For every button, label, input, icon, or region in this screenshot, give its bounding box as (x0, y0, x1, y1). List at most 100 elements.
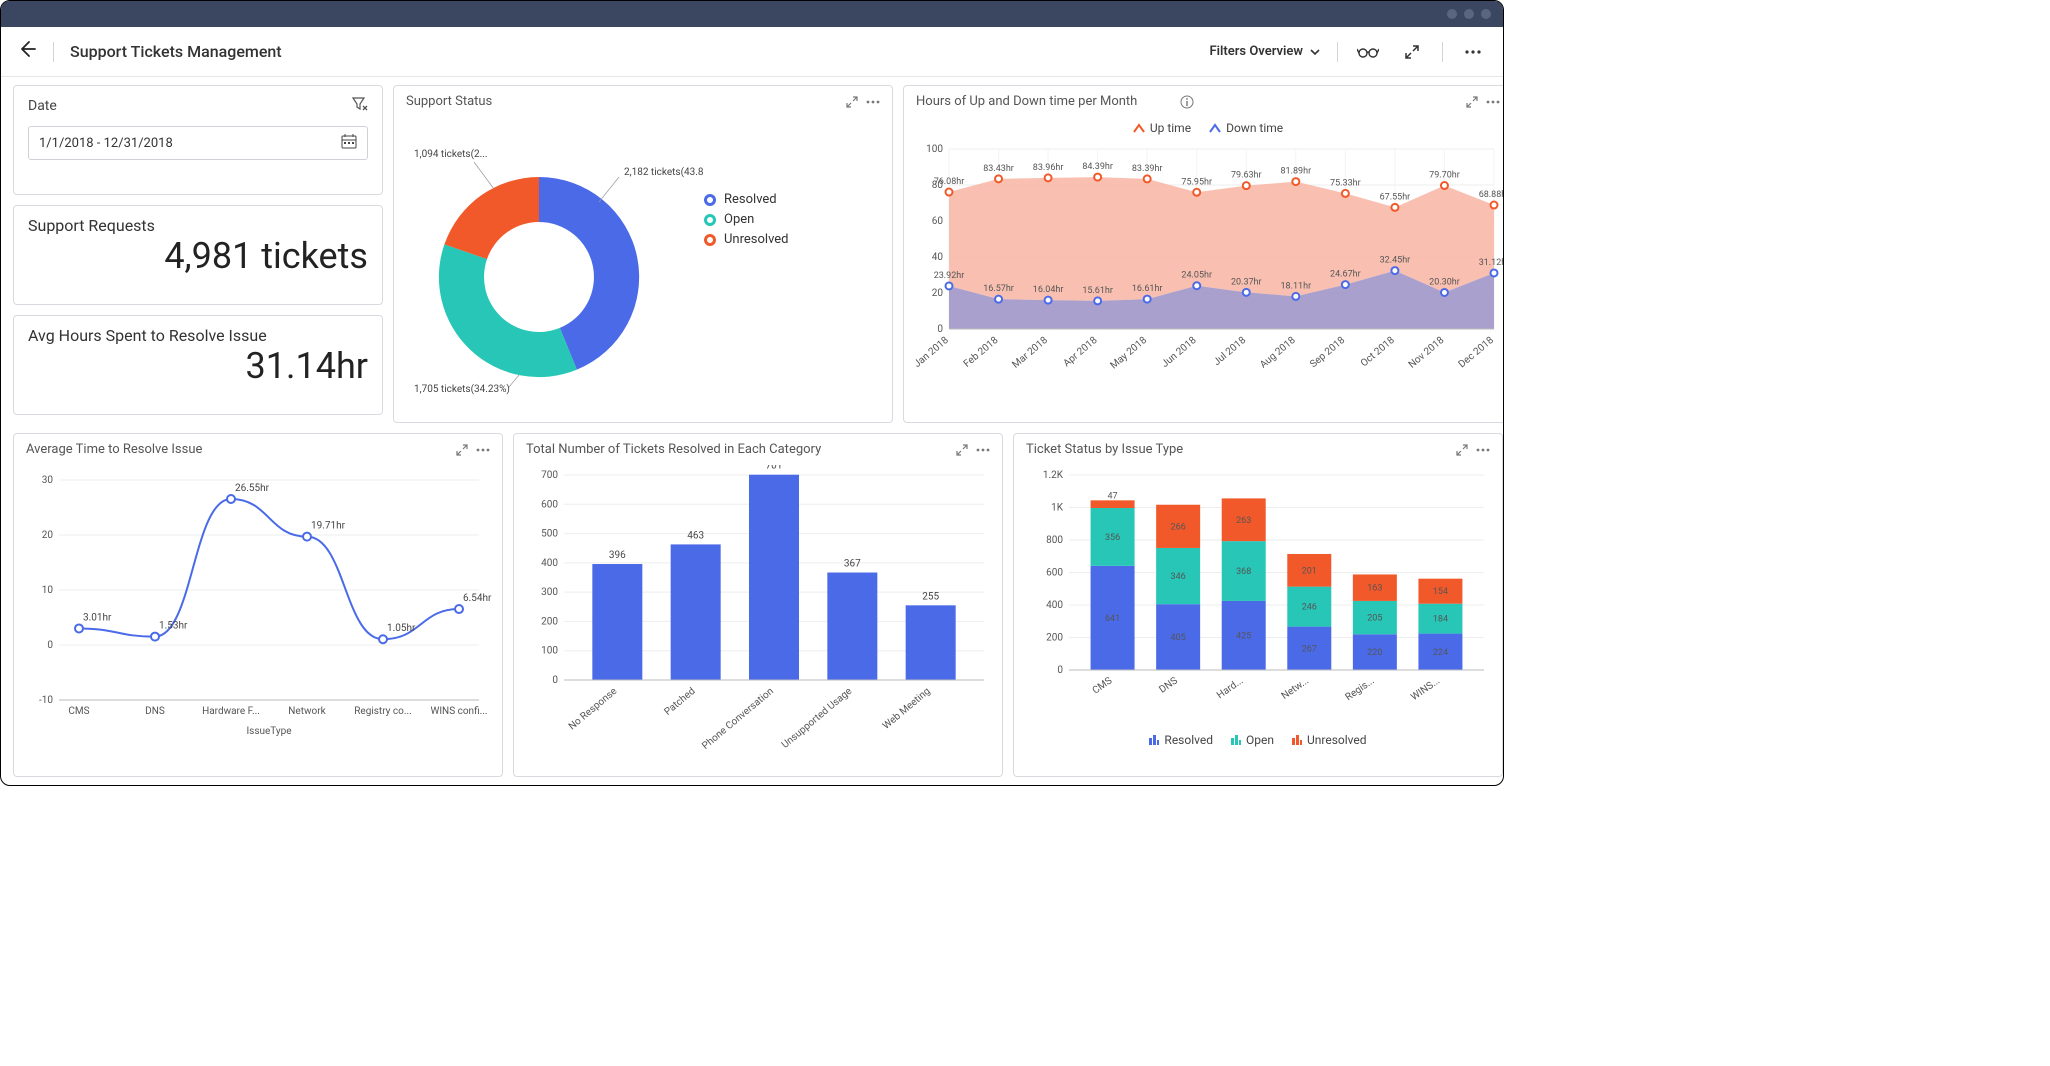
legend-open: Open (1246, 733, 1274, 747)
calendar-icon (341, 133, 357, 153)
kpi-label: Avg Hours Spent to Resolve Issue (28, 326, 368, 345)
legend-unresolved: Unresolved (1307, 733, 1367, 747)
stacked-bar-chart: 02004006008001K1.2K64135647CMS405346266D… (1014, 465, 1494, 725)
card-title: Average Time to Resolve Issue (26, 442, 448, 457)
filters-dropdown[interactable]: Filters Overview (1209, 44, 1321, 59)
svg-text:800: 800 (1046, 535, 1063, 546)
kpi-value: 4,981 tickets (28, 235, 368, 277)
svg-text:600: 600 (1046, 568, 1063, 579)
svg-text:10: 10 (42, 585, 54, 596)
svg-text:154: 154 (1433, 587, 1448, 597)
svg-text:1.53hr: 1.53hr (159, 621, 188, 632)
more-icon (866, 100, 880, 104)
svg-text:WINS confi...: WINS confi... (430, 705, 487, 717)
more-menu-button[interactable] (1459, 38, 1487, 66)
expand-card-button[interactable] (456, 444, 468, 456)
date-filter-card: Date 1/1/2018 - 12/31/2018 (13, 85, 383, 195)
avg-resolve-chart: -1001020303.01hrCMS1.53hrDNS26.55hrHardw… (14, 465, 494, 755)
kpi-label: Support Requests (28, 216, 368, 235)
svg-text:19.71hr: 19.71hr (311, 521, 346, 532)
date-label: Date (28, 98, 57, 114)
svg-text:16.61hr: 16.61hr (1132, 284, 1163, 294)
svg-text:700: 700 (541, 470, 558, 481)
svg-text:Sep 2018: Sep 2018 (1308, 335, 1347, 371)
back-button[interactable] (17, 39, 37, 64)
traffic-light-dot (1447, 9, 1457, 19)
glasses-icon (1357, 45, 1379, 59)
svg-text:356: 356 (1105, 533, 1120, 543)
card-more-button[interactable] (866, 100, 880, 104)
svg-text:16.04hr: 16.04hr (1033, 285, 1064, 295)
legend-open: Open (724, 212, 754, 227)
svg-text:16.57hr: 16.57hr (983, 284, 1014, 294)
expand-card-button[interactable] (846, 96, 858, 108)
divider (53, 42, 54, 62)
svg-text:Hard...: Hard... (1215, 675, 1245, 701)
donut-legend: Resolved Open Unresolved (704, 117, 799, 422)
expand-icon (1404, 44, 1420, 60)
svg-text:0: 0 (552, 675, 558, 686)
svg-text:641: 641 (1105, 614, 1120, 624)
date-range-input[interactable]: 1/1/2018 - 12/31/2018 (28, 126, 368, 160)
svg-text:Jan 2018: Jan 2018 (912, 335, 951, 370)
svg-text:1K: 1K (1051, 503, 1064, 514)
glasses-button[interactable] (1354, 38, 1382, 66)
card-more-button[interactable] (1486, 100, 1500, 104)
svg-text:425: 425 (1236, 631, 1251, 641)
kpi-support-requests: Support Requests 4,981 tickets (13, 205, 383, 305)
svg-text:3.01hr: 3.01hr (83, 612, 112, 623)
arrow-left-icon (17, 39, 37, 59)
card-more-button[interactable] (476, 448, 490, 452)
svg-text:23.92hr: 23.92hr (934, 271, 965, 281)
traffic-light-dot (1481, 9, 1491, 19)
card-more-button[interactable] (1476, 448, 1490, 452)
svg-text:31.12hr: 31.12hr (1479, 258, 1503, 268)
clear-filter-button[interactable] (352, 96, 368, 116)
svg-text:Dec 2018: Dec 2018 (1457, 335, 1497, 371)
info-button[interactable] (1180, 95, 1194, 109)
svg-text:Registry co...: Registry co... (354, 706, 411, 717)
svg-text:346: 346 (1171, 572, 1186, 582)
expand-card-button[interactable] (1466, 96, 1478, 108)
svg-text:68.88hr: 68.88hr (1479, 190, 1503, 200)
svg-text:Aug 2018: Aug 2018 (1258, 335, 1298, 371)
svg-text:600: 600 (541, 499, 558, 510)
card-more-button[interactable] (976, 448, 990, 452)
more-icon (1476, 448, 1490, 452)
kpi-value: 31.14hr (28, 345, 368, 387)
svg-text:0: 0 (47, 640, 53, 651)
svg-text:26.55hr: 26.55hr (235, 483, 270, 494)
expand-card-button[interactable] (1456, 444, 1468, 456)
svg-text:15.61hr: 15.61hr (1082, 286, 1113, 296)
svg-text:84.39hr: 84.39hr (1082, 162, 1113, 172)
window-titlebar (1, 1, 1503, 27)
expand-card-button[interactable] (956, 444, 968, 456)
svg-text:20: 20 (932, 288, 944, 299)
svg-text:201: 201 (1302, 566, 1317, 576)
more-icon (1486, 100, 1500, 104)
svg-text:Oct 2018: Oct 2018 (1359, 335, 1397, 370)
svg-text:Apr 2018: Apr 2018 (1061, 335, 1099, 370)
svg-text:Netw...: Netw... (1280, 675, 1311, 702)
svg-text:0: 0 (937, 324, 943, 335)
more-icon (1465, 50, 1481, 54)
card-title: Ticket Status by Issue Type (1026, 442, 1448, 457)
svg-text:20: 20 (42, 530, 54, 541)
svg-text:400: 400 (541, 558, 558, 569)
svg-text:368: 368 (1236, 567, 1251, 577)
kpi-avg-hours: Avg Hours Spent to Resolve Issue 31.14hr (13, 315, 383, 415)
svg-text:200: 200 (541, 616, 558, 627)
more-icon (976, 448, 990, 452)
svg-text:255: 255 (922, 591, 939, 602)
svg-text:163: 163 (1367, 584, 1382, 594)
svg-text:24.67hr: 24.67hr (1330, 270, 1361, 280)
svg-text:Web Meeting: Web Meeting (881, 686, 933, 732)
svg-text:6.54hr: 6.54hr (463, 593, 492, 604)
legend-uptime: Up time (1150, 121, 1191, 135)
svg-text:701: 701 (766, 465, 783, 472)
expand-button[interactable] (1398, 38, 1426, 66)
svg-text:Hardware F...: Hardware F... (202, 706, 260, 717)
info-icon (1180, 95, 1194, 109)
svg-text:24.05hr: 24.05hr (1181, 271, 1212, 281)
traffic-light-dot (1464, 9, 1474, 19)
